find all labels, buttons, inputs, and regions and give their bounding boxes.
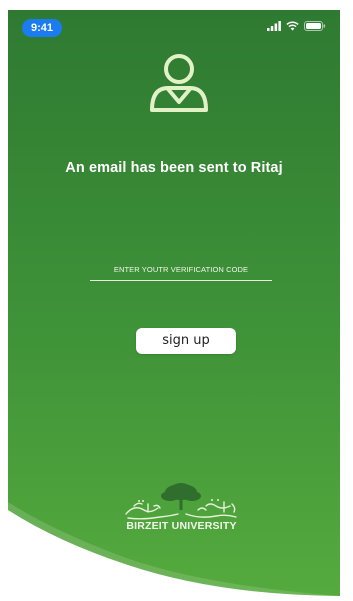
sign-up-button[interactable]: sign up bbox=[136, 328, 236, 354]
battery-icon bbox=[304, 21, 326, 31]
phone-screen: 9:41 An email has been sent to Ritaj ENT… bbox=[8, 10, 340, 596]
status-time: 9:41 bbox=[22, 19, 62, 37]
signal-icon bbox=[267, 21, 281, 31]
birzeit-logo: BIRZEIT UNIVERSITY bbox=[114, 480, 249, 540]
page-title: An email has been sent to Ritaj bbox=[65, 160, 283, 176]
status-icons bbox=[267, 21, 326, 31]
tree-logo-icon bbox=[125, 483, 237, 520]
verification-code-input[interactable] bbox=[90, 258, 272, 281]
status-bar: 9:41 bbox=[8, 10, 340, 40]
logo-text: BIRZEIT UNIVERSITY bbox=[126, 520, 237, 532]
user-icon bbox=[150, 54, 208, 112]
wifi-icon bbox=[286, 21, 299, 31]
